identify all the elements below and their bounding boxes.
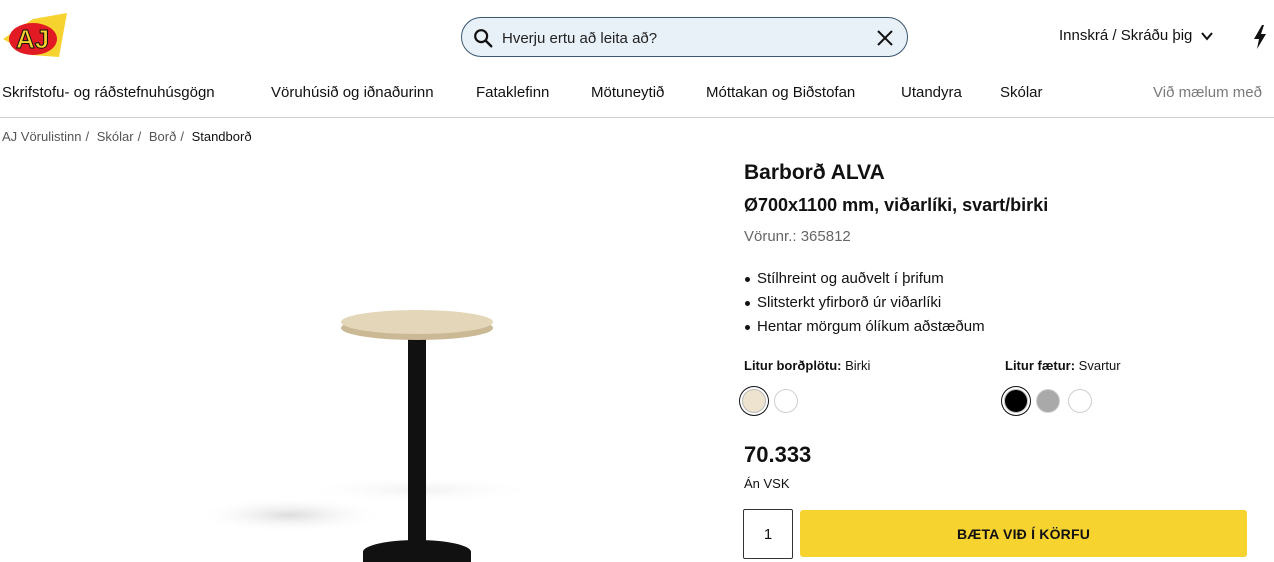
chevron-down-icon	[1201, 31, 1214, 41]
leg-color-value: Svartur	[1078, 358, 1121, 373]
clear-search-icon[interactable]	[875, 28, 895, 48]
breadcrumb-separator: /	[85, 129, 90, 144]
nav-item-outdoor[interactable]: Utandyra	[901, 84, 962, 101]
leg-color-label: Litur fætur:	[1005, 358, 1076, 373]
product-price: 70.333	[744, 442, 812, 467]
nav-item-cloakroom[interactable]: Fataklefinn	[476, 84, 549, 101]
nav-item-office[interactable]: Skrifstofu- og ráðstefnuhúsgögn	[2, 84, 215, 101]
breadcrumb: AJ Vörulistinn / Skólar / Borð / Standborð	[2, 129, 256, 144]
breadcrumb-separator: /	[180, 129, 184, 144]
top-color-label: Litur borðplötu:	[744, 358, 842, 373]
category-nav: Skrifstofu- og ráðstefnuhúsgögn Vöruhúsi…	[0, 80, 1274, 118]
nav-item-canteen[interactable]: Mötuneytið	[591, 84, 664, 101]
breadcrumb-link[interactable]: Skólar	[97, 129, 134, 144]
nav-item-warehouse[interactable]: Vöruhúsið og iðnaðurinn	[271, 84, 434, 101]
nav-item-reception[interactable]: Móttakan og Biðstofan	[706, 84, 855, 101]
breadcrumb-separator: /	[137, 129, 142, 144]
product-subtitle: Ø700x1100 mm, viðarlíki, svart/birki	[744, 195, 1049, 215]
feature-item: Stílhreint og auðvelt í þrifum	[744, 267, 985, 291]
swatch-black[interactable]	[1004, 389, 1028, 413]
product-sku: Vörunr.: 365812	[744, 228, 851, 245]
search-input[interactable]	[502, 26, 862, 50]
login-label: Innskrá / Skráðu þig	[1059, 27, 1193, 44]
product-title: Barborð ALVA	[744, 161, 885, 184]
product-image[interactable]	[180, 280, 700, 562]
breadcrumb-link[interactable]: AJ Vörulistinn	[2, 129, 81, 144]
swatch-grey[interactable]	[1036, 389, 1060, 413]
breadcrumb-current: Standborð	[191, 129, 252, 144]
swatch-white-leg[interactable]	[1068, 389, 1092, 413]
feature-item: Slitsterkt yfirborð úr viðarlíki	[744, 291, 985, 315]
search-bar[interactable]	[461, 17, 908, 57]
nav-item-schools[interactable]: Skólar	[1000, 84, 1043, 101]
add-to-cart-button[interactable]: BÆTA VIÐ Í KÖRFU	[800, 510, 1247, 557]
quantity-input[interactable]	[743, 509, 793, 559]
lightning-icon[interactable]	[1253, 25, 1267, 49]
top-color-option: Litur borðplötu: Birki	[744, 358, 870, 373]
feature-list: Stílhreint og auðvelt í þrifum Slitsterk…	[744, 267, 985, 339]
swatch-white-top[interactable]	[774, 389, 798, 413]
svg-text:AJ: AJ	[16, 24, 49, 54]
aj-logo[interactable]: AJ	[3, 13, 67, 61]
vat-note: Án VSK	[744, 476, 790, 491]
top-color-value: Birki	[845, 358, 871, 373]
nav-item-recommended[interactable]: Við mælum með	[1153, 84, 1262, 101]
leg-color-option: Litur fætur: Svartur	[1005, 358, 1121, 373]
feature-item: Hentar mörgum ólíkum aðstæðum	[744, 315, 985, 339]
breadcrumb-link[interactable]: Borð	[149, 129, 176, 144]
search-icon[interactable]	[472, 27, 494, 49]
login-menu[interactable]: Innskrá / Skráðu þig	[1059, 27, 1214, 44]
swatch-birch[interactable]	[742, 389, 766, 413]
